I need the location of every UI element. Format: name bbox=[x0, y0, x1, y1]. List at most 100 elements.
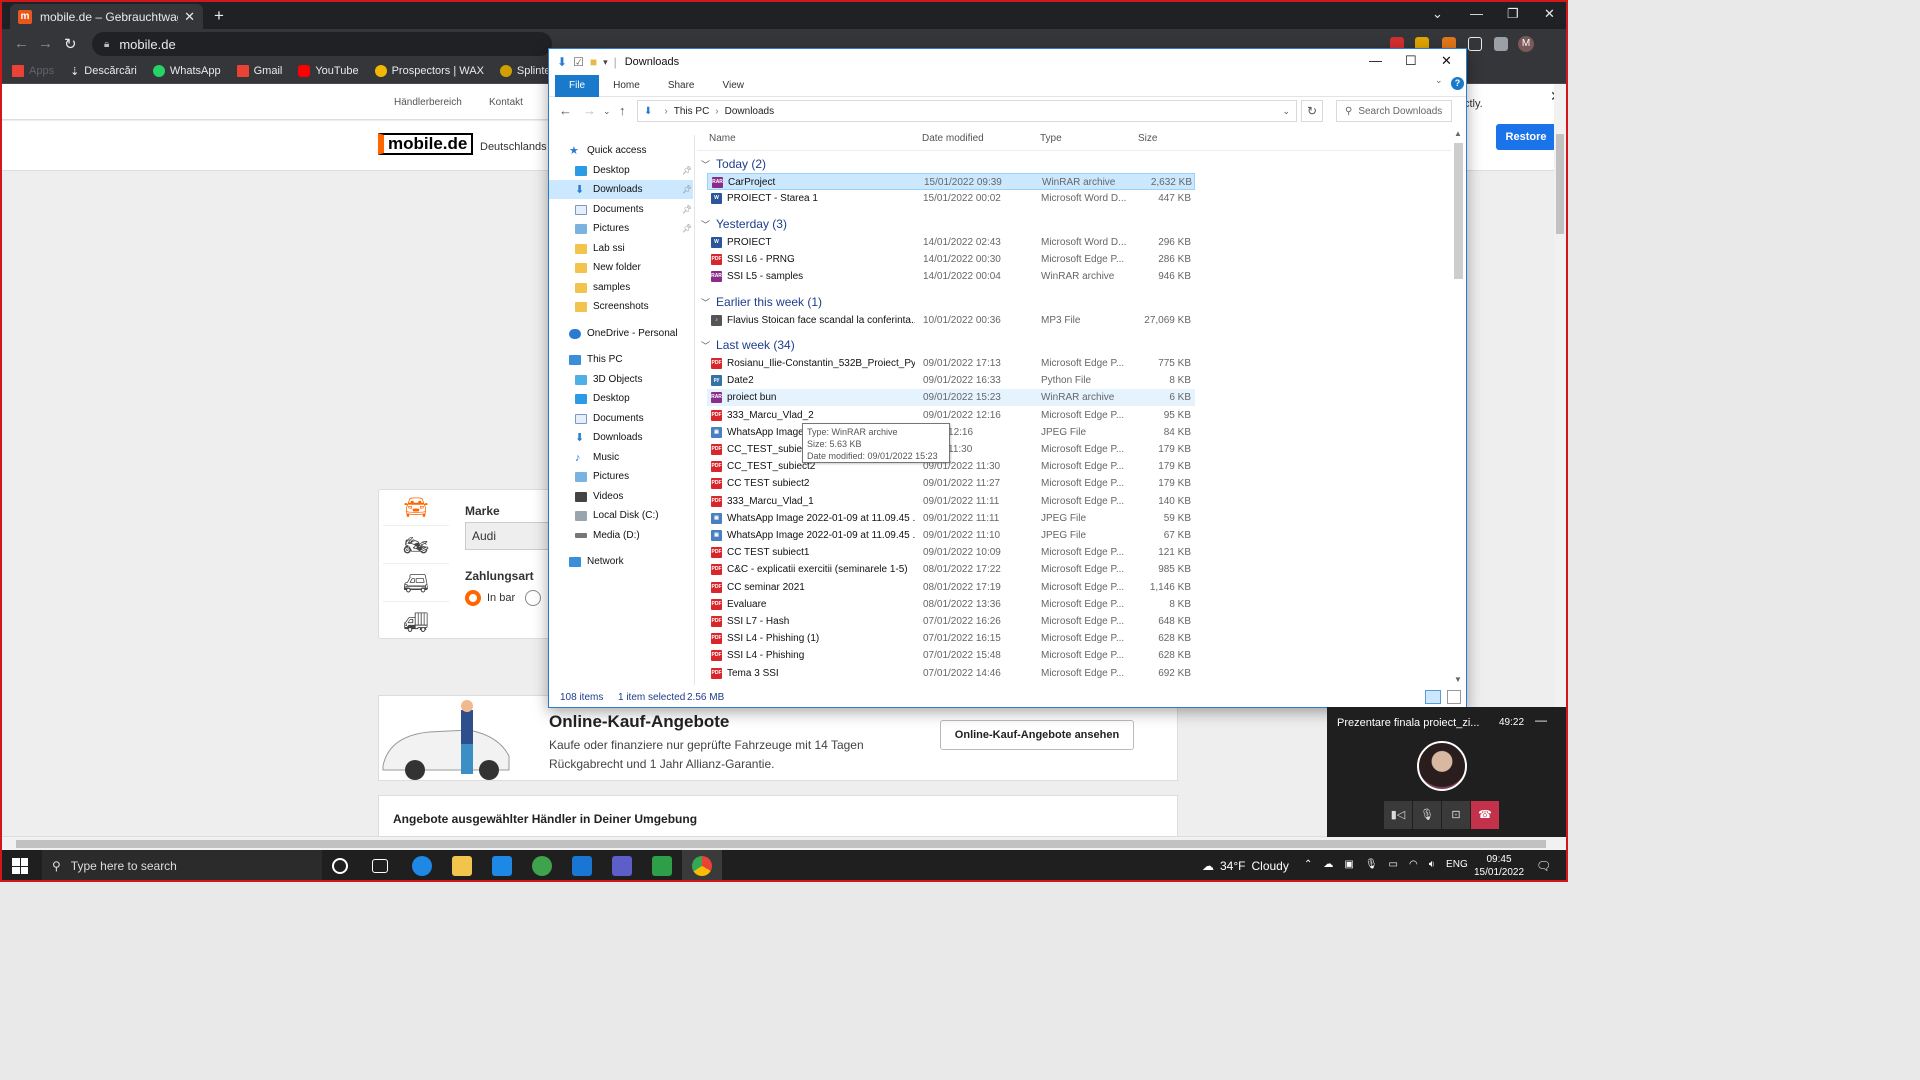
profile-avatar[interactable]: M bbox=[1518, 36, 1534, 52]
extension-icon[interactable] bbox=[1468, 37, 1482, 51]
forward-icon[interactable]: → bbox=[583, 103, 596, 118]
file-row[interactable]: ▣ WhatsApp Image 2022-01-09 at 11.09.45 .… bbox=[707, 510, 1195, 527]
nav-music[interactable]: ♪ Music bbox=[549, 448, 693, 467]
nav-pc-documents[interactable]: Documents bbox=[549, 409, 693, 428]
nav-pc-desktop[interactable]: Desktop bbox=[549, 389, 693, 408]
downloads-arrow-icon[interactable]: ⬇ bbox=[557, 55, 567, 69]
nav-pc-pictures[interactable]: Pictures bbox=[549, 467, 693, 486]
app-icon[interactable] bbox=[572, 856, 592, 876]
notifications-icon[interactable]: 🗨︎ bbox=[1536, 859, 1551, 873]
nav-pc-downloads[interactable]: ⬇ Downloads bbox=[549, 428, 693, 447]
reload-icon[interactable]: ↻ bbox=[64, 35, 77, 53]
language-indicator[interactable]: ENG bbox=[1446, 859, 1468, 870]
chrome-taskbar-button[interactable] bbox=[682, 850, 722, 880]
column-name[interactable]: Name bbox=[709, 133, 736, 144]
forward-icon[interactable]: → bbox=[38, 35, 53, 52]
file-group-header[interactable]: ﹀ Earlier this week (1) bbox=[701, 295, 822, 309]
minimize-icon[interactable]: — bbox=[1535, 713, 1547, 727]
brand-select[interactable]: Audi bbox=[465, 522, 555, 550]
motorbike-icon[interactable]: 🏍︎ bbox=[383, 528, 449, 564]
mobile-de-logo[interactable]: mobile.de bbox=[378, 133, 474, 155]
column-type[interactable]: Type bbox=[1040, 133, 1062, 144]
nav-samples[interactable]: samples bbox=[549, 278, 693, 297]
properties-icon[interactable]: ☑ bbox=[573, 55, 584, 69]
close-window-icon[interactable]: ✕ bbox=[1544, 6, 1555, 22]
back-icon[interactable]: ← bbox=[14, 35, 29, 52]
file-group-header[interactable]: ﹀ Yesterday (3) bbox=[701, 217, 787, 231]
file-row[interactable]: py Date2 09/01/2022 16:33 Python File 8 KB bbox=[707, 372, 1195, 389]
bookmark-prospectors[interactable]: Prospectors | WAX bbox=[374, 65, 484, 77]
file-row[interactable]: PDF CC seminar 2021 08/01/2022 17:19 Micros… bbox=[707, 579, 1195, 596]
app-icon[interactable] bbox=[652, 856, 672, 876]
quick-access-dropdown-icon[interactable]: ▾ bbox=[603, 57, 608, 68]
nav-network[interactable]: Network bbox=[549, 552, 693, 571]
nav-screenshots[interactable]: Screenshots bbox=[549, 297, 693, 316]
tab-file[interactable]: File bbox=[555, 74, 600, 97]
dealer-area-link[interactable]: Händlerbereich bbox=[394, 97, 462, 108]
nav-media-drive[interactable]: Media (D:) bbox=[549, 526, 693, 545]
onedrive-icon[interactable]: ☁ bbox=[1323, 859, 1333, 870]
teams-icon[interactable] bbox=[612, 856, 632, 876]
file-row[interactable]: PDF CC_TEST_subiect2 09/01/2022 11:30 Micro… bbox=[707, 458, 1195, 475]
file-row[interactable]: PDF SSI L4 - Phishing 07/01/2022 15:48 Micr… bbox=[707, 647, 1195, 664]
file-row[interactable]: PDF SSI L7 - Hash 07/01/2022 16:26 Microsof… bbox=[707, 613, 1195, 630]
file-row[interactable]: PDF Rosianu_Ilie-Constantin_532B_Proiect_… bbox=[707, 355, 1195, 372]
tab-view[interactable]: View bbox=[709, 75, 759, 97]
minimize-icon[interactable]: — bbox=[1369, 53, 1382, 68]
nav-3d-objects[interactable]: 3D Objects bbox=[549, 370, 693, 389]
nav-new-folder[interactable]: New folder bbox=[549, 258, 693, 277]
file-row[interactable]: RAR proiect bun 09/01/2022 15:23 WinRAR arc… bbox=[707, 389, 1195, 407]
hang-up-icon[interactable]: ☎︎ bbox=[1471, 801, 1499, 829]
collapse-chevron-icon[interactable]: ﹀ bbox=[701, 339, 710, 352]
battery-icon[interactable]: ▭ bbox=[1389, 859, 1398, 870]
nav-downloads[interactable]: ⬇ Downloads 📌︎ bbox=[549, 180, 693, 199]
task-view-icon[interactable] bbox=[372, 859, 388, 873]
back-icon[interactable]: ← bbox=[559, 103, 572, 118]
large-icons-view-icon[interactable] bbox=[1447, 690, 1461, 704]
file-row[interactable]: PDF 333_Marcu_Vlad_1 09/01/2022 11:11 Micro… bbox=[707, 493, 1195, 510]
bookmark-apps[interactable]: Apps bbox=[12, 65, 54, 77]
car-icon[interactable]: 🚘︎ bbox=[383, 490, 449, 526]
volume-icon[interactable]: 🔉︎ bbox=[1429, 859, 1435, 870]
file-explorer-icon[interactable] bbox=[452, 856, 472, 876]
extensions-puzzle-icon[interactable] bbox=[1494, 37, 1508, 51]
cortana-icon[interactable] bbox=[332, 858, 348, 874]
share-screen-icon[interactable]: ⊡ bbox=[1442, 801, 1470, 829]
minimize-icon[interactable]: — bbox=[1470, 6, 1483, 21]
nav-local-disk[interactable]: Local Disk (C:) bbox=[549, 506, 693, 525]
browser-tab[interactable]: m mobile.de – Gebrauchtwagen und ✕ bbox=[10, 4, 203, 29]
column-size[interactable]: Size bbox=[1138, 133, 1157, 144]
meet-now-icon[interactable]: ▣ bbox=[1344, 859, 1353, 870]
close-icon[interactable]: ✕ bbox=[1441, 53, 1452, 69]
tab-home[interactable]: Home bbox=[599, 75, 654, 97]
truck-icon[interactable]: 🚚︎ bbox=[383, 604, 449, 640]
file-row[interactable]: PDF Evaluare 08/01/2022 13:36 Microsoft Edg… bbox=[707, 596, 1195, 613]
show-hidden-icons-icon[interactable]: ⌃ bbox=[1304, 859, 1312, 870]
file-row[interactable]: ♪ Flavius Stoican face scandal la conferi… bbox=[707, 312, 1195, 329]
details-view-icon[interactable] bbox=[1425, 690, 1441, 704]
scrollbar-thumb[interactable] bbox=[16, 840, 1546, 848]
new-tab-icon[interactable]: + bbox=[214, 6, 224, 26]
restore-button[interactable]: Restore bbox=[1496, 124, 1556, 150]
expand-ribbon-icon[interactable]: ⌄ bbox=[1435, 75, 1443, 86]
address-bar[interactable]: 🔒︎ mobile.de bbox=[92, 32, 552, 56]
file-row[interactable]: PDF CC TEST subiect2 09/01/2022 11:27 Micro… bbox=[707, 475, 1195, 492]
camper-icon[interactable]: 🚐︎ bbox=[383, 566, 449, 602]
file-row[interactable]: PDF SSI L4 - Phishing (1) 07/01/2022 16:15… bbox=[707, 630, 1195, 647]
file-row[interactable]: ▣ WhatsApp Image 2022-01-09 at 11.09.45 .… bbox=[707, 527, 1195, 544]
nav-quick-access[interactable]: ★ Quick access bbox=[549, 141, 693, 160]
file-list-scrollbar[interactable]: ▲ ▼ bbox=[1451, 129, 1466, 687]
scroll-up-icon[interactable]: ▲ bbox=[1454, 129, 1462, 138]
nav-pictures[interactable]: Pictures 📌︎ bbox=[549, 219, 693, 238]
nav-lab-ssi[interactable]: Lab ssi bbox=[549, 239, 693, 258]
microphone-icon[interactable]: 🎙︎ bbox=[1365, 859, 1378, 870]
bookmark-youtube[interactable]: YouTube bbox=[298, 65, 359, 77]
close-tab-icon[interactable]: ✕ bbox=[184, 9, 195, 25]
wifi-icon[interactable]: ◠ bbox=[1409, 859, 1418, 870]
microphone-icon[interactable]: 🎙︎ bbox=[1413, 801, 1441, 829]
app-icon[interactable] bbox=[532, 856, 552, 876]
file-row[interactable]: PDF 333_Marcu_Vlad_2 09/01/2022 12:16 Micro… bbox=[707, 407, 1195, 424]
file-row[interactable]: RAR SSI L5 - samples 14/01/2022 00:04 WinRA… bbox=[707, 268, 1195, 285]
tab-share[interactable]: Share bbox=[654, 75, 709, 97]
file-row[interactable]: PDFCC_TEST_subiect22022 11:30Microsoft E… bbox=[707, 441, 1195, 458]
